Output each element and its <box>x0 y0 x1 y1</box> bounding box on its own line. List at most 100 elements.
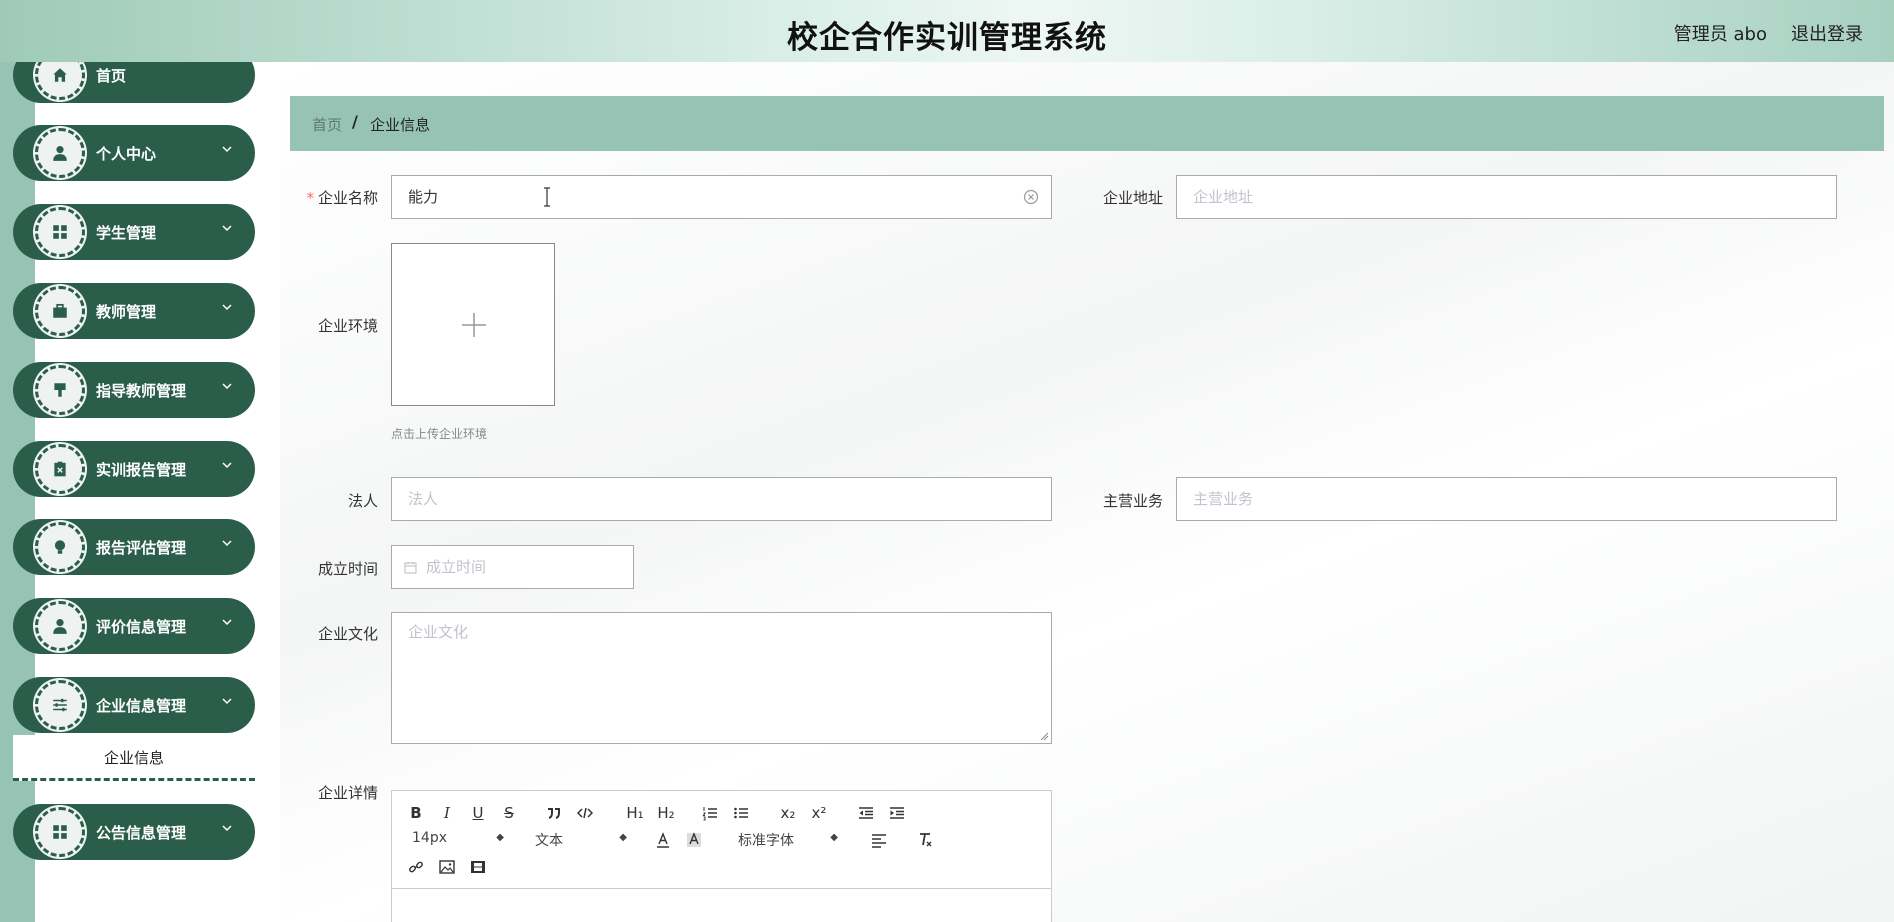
chevron-down-icon <box>222 619 232 626</box>
sidebar-item-evaluation-info[interactable]: 评价信息管理 <box>13 598 255 654</box>
sidebar-item-label: 指导教师管理 <box>96 382 187 400</box>
chevron-down-icon <box>222 146 232 153</box>
upload-button[interactable] <box>391 243 555 406</box>
bulb-icon <box>35 522 85 572</box>
main-business-label: 主营业务 <box>1102 492 1163 510</box>
resize-handle-icon[interactable] <box>1039 731 1049 741</box>
sidebar-item-label: 学生管理 <box>96 224 157 242</box>
header-type-value: 文本 <box>535 833 563 849</box>
ordered-list-icon[interactable] <box>700 803 720 823</box>
chevron-down-icon <box>222 462 232 469</box>
code-icon[interactable] <box>575 803 595 823</box>
header2-button[interactable]: H₂ <box>653 803 679 823</box>
blockquote-icon[interactable] <box>544 803 564 823</box>
company-address-input[interactable]: 企业地址 <box>1176 175 1837 219</box>
superscript-button[interactable]: x² <box>809 803 829 823</box>
calendar-icon <box>404 562 417 574</box>
app-title: 校企合作实训管理系统 <box>787 20 1107 56</box>
upload-tip: 点击上传企业环境 <box>391 427 488 441</box>
sliders-icon <box>35 680 85 730</box>
align-icon[interactable] <box>869 830 889 850</box>
background-color-icon[interactable] <box>684 830 704 850</box>
required-mark: * <box>306 189 314 207</box>
font-family-value: 标准字体 <box>738 833 794 849</box>
sidebar-item-label: 企业信息管理 <box>96 697 187 715</box>
sidebar-item-instructors[interactable]: 指导教师管理 <box>13 362 255 418</box>
sidebar-item-label: 评价信息管理 <box>96 618 187 636</box>
sidebar-item-label: 教师管理 <box>96 303 157 321</box>
font-family-select[interactable]: 标准字体 ◆ <box>738 830 838 850</box>
sidebar-item-announcements[interactable]: 公告信息管理 <box>13 804 255 860</box>
submenu-item-company-info[interactable]: 企业信息 <box>13 735 255 781</box>
italic-button[interactable]: I <box>437 803 457 823</box>
sidebar-item-teachers[interactable]: 教师管理 <box>13 283 255 339</box>
sidebar-item-training-reports[interactable]: 实训报告管理 <box>13 441 255 497</box>
founded-date-label: 成立时间 <box>317 560 378 578</box>
company-detail-label: 企业详情 <box>317 784 378 802</box>
subscript-button[interactable]: x₂ <box>778 803 798 823</box>
select-arrows-icon: ◆ <box>496 832 504 843</box>
main-business-placeholder: 主营业务 <box>1193 490 1254 508</box>
main-business-input[interactable]: 主营业务 <box>1176 477 1837 521</box>
indent-icon[interactable] <box>887 803 907 823</box>
company-culture-placeholder: 企业文化 <box>408 623 469 641</box>
breadcrumb-current: 企业信息 <box>370 116 431 134</box>
chevron-down-icon <box>222 225 232 232</box>
header-type-select[interactable]: 文本 ◆ <box>535 830 627 850</box>
bold-button[interactable]: B <box>406 803 426 823</box>
chevron-down-icon <box>222 304 232 311</box>
company-name-input[interactable]: 能力 <box>391 175 1052 219</box>
grid-icon <box>35 207 85 257</box>
chevron-down-icon <box>222 698 232 705</box>
sidebar-item-company-info[interactable]: 企业信息管理 <box>13 677 255 733</box>
user-icon <box>35 601 85 651</box>
image-icon[interactable] <box>437 857 457 877</box>
chevron-down-icon <box>222 825 232 832</box>
sidebar-item-students[interactable]: 学生管理 <box>13 204 255 260</box>
select-arrows-icon: ◆ <box>830 832 838 843</box>
app-header: 校企合作实训管理系统 管理员 abo 退出登录 <box>0 0 1894 62</box>
font-color-icon[interactable] <box>653 830 673 850</box>
sidebar-item-personal-center[interactable]: 个人中心 <box>13 125 255 181</box>
company-culture-label: 企业文化 <box>317 625 378 643</box>
header1-button[interactable]: H₁ <box>622 803 648 823</box>
legal-person-placeholder: 法人 <box>408 490 439 508</box>
outdent-icon[interactable] <box>856 803 876 823</box>
text-cursor-icon <box>544 187 550 207</box>
founded-date-placeholder: 成立时间 <box>426 558 487 576</box>
company-name-label: * 企业名称 <box>288 187 378 208</box>
sidebar-item-label: 报告评估管理 <box>96 539 187 557</box>
sidebar-item-label: 公告信息管理 <box>96 824 187 842</box>
sidebar-item-report-evaluation[interactable]: 报告评估管理 <box>13 519 255 575</box>
founded-date-input[interactable]: 成立时间 <box>391 545 634 589</box>
chevron-down-icon <box>222 383 232 390</box>
clear-format-icon[interactable] <box>915 830 935 850</box>
font-size-select[interactable]: 14px ◆ <box>412 830 504 846</box>
strike-button[interactable]: S <box>499 803 519 823</box>
chevron-down-icon <box>222 540 232 547</box>
brush-icon <box>35 365 85 415</box>
breadcrumb: 首页 / 企业信息 <box>290 96 1884 151</box>
grid-icon <box>35 807 85 857</box>
company-address-placeholder: 企业地址 <box>1193 188 1254 206</box>
clear-icon[interactable] <box>1023 189 1039 205</box>
link-icon[interactable] <box>406 857 426 877</box>
breadcrumb-home[interactable]: 首页 <box>312 114 342 135</box>
editor-toolbar: B I U S H₁ H₂ x₂ x² 14px ◆ 文本 ◆ 标准字体 ◆ <box>392 791 1051 889</box>
clipboard-icon <box>35 444 85 494</box>
plus-icon <box>462 313 486 337</box>
underline-button[interactable]: U <box>468 803 488 823</box>
company-env-label: 企业环境 <box>317 317 378 335</box>
company-name-value: 能力 <box>408 188 439 206</box>
legal-person-input[interactable]: 法人 <box>391 477 1052 521</box>
company-name-label-text: 企业名称 <box>317 189 378 207</box>
current-user: 管理员 abo <box>1673 24 1767 45</box>
company-culture-textarea[interactable]: 企业文化 <box>391 612 1052 744</box>
sidebar-item-label: 实训报告管理 <box>96 461 187 479</box>
sidebar-item-label: 个人中心 <box>96 145 157 163</box>
video-icon[interactable] <box>468 857 488 877</box>
logout-button[interactable]: 退出登录 <box>1791 20 1863 46</box>
company-address-label: 企业地址 <box>1102 189 1163 207</box>
bullet-list-icon[interactable] <box>731 803 751 823</box>
briefcase-icon <box>35 286 85 336</box>
